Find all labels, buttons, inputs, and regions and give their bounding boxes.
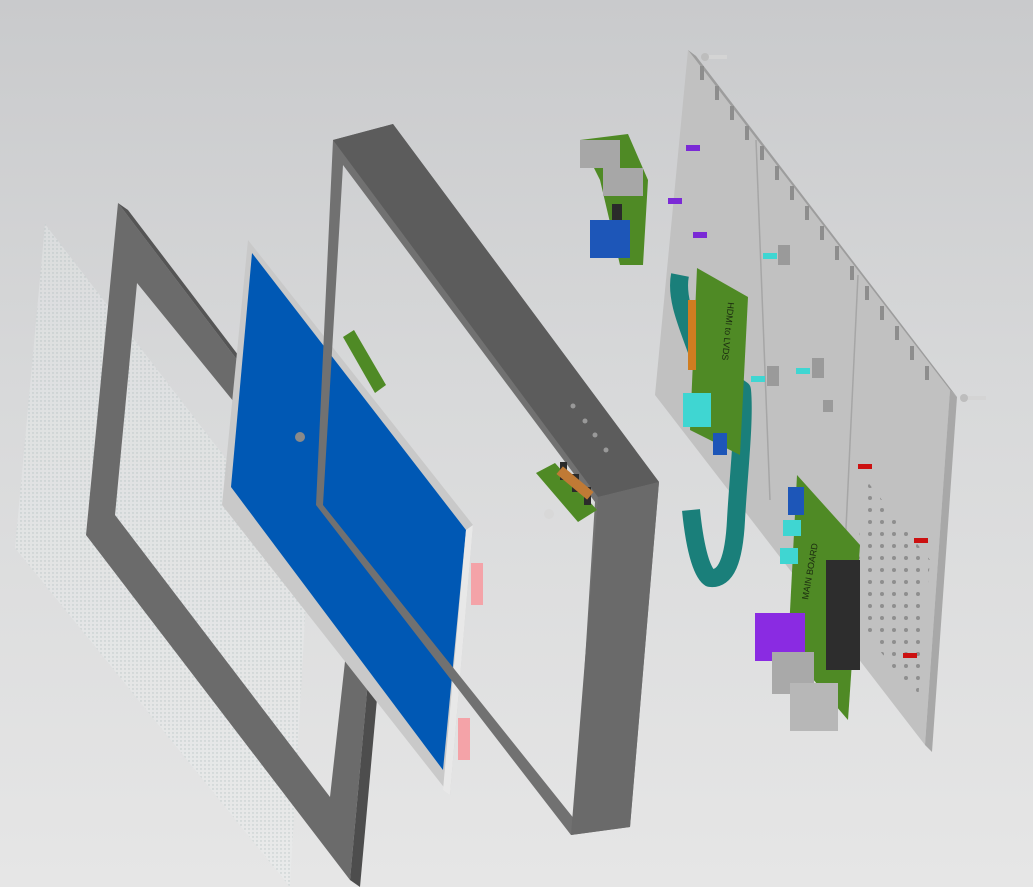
connector-cyan	[683, 393, 711, 427]
standoff-red	[914, 538, 928, 543]
standoff-red	[903, 653, 917, 658]
cad-viewport[interactable]: HDMI to LVDS MAIN BOARD	[0, 0, 1033, 887]
pink-clip	[458, 718, 470, 760]
exploded-assembly-view: HDMI to LVDS MAIN BOARD	[15, 50, 986, 887]
screw	[960, 394, 986, 402]
pink-clip	[471, 563, 483, 605]
standoff-red	[858, 464, 872, 469]
pcb-board	[580, 134, 648, 265]
screw	[701, 53, 727, 61]
